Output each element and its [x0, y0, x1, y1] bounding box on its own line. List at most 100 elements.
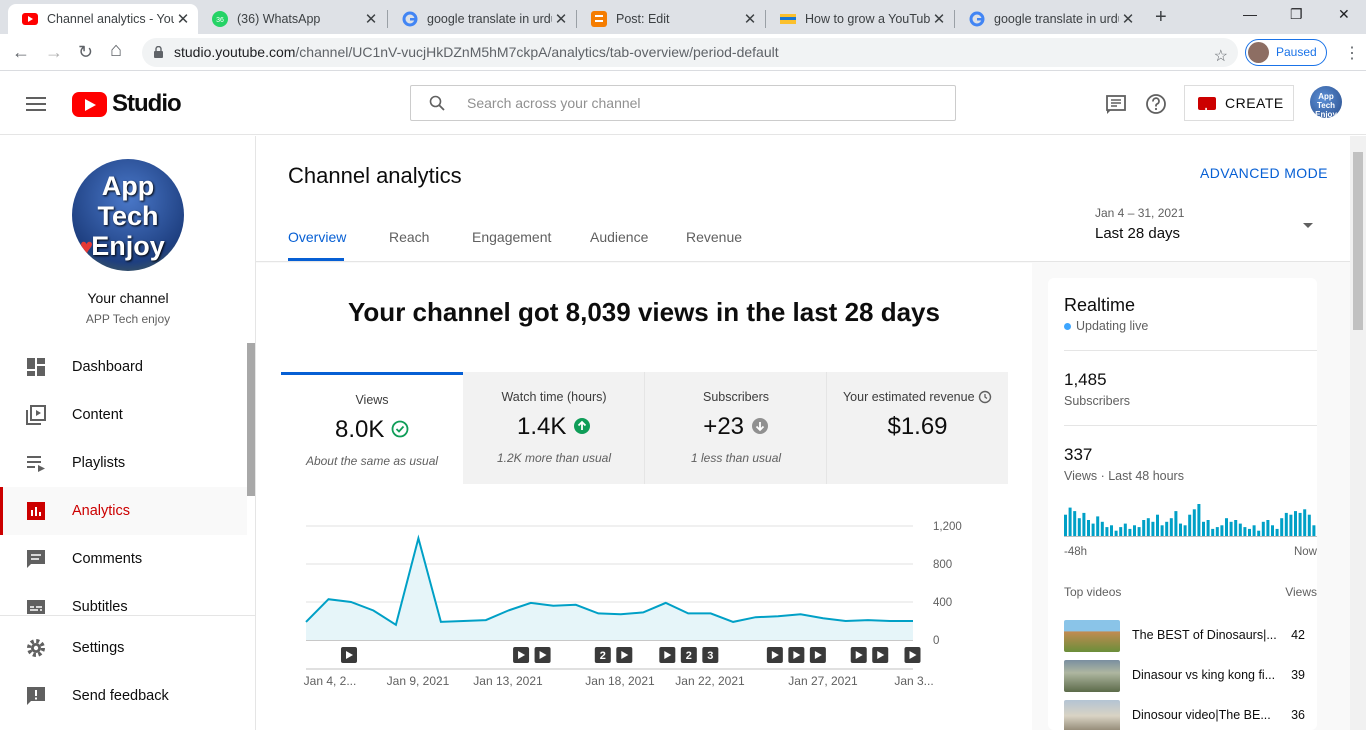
views-chart[interactable]: 1,200 800 400 0 2 2 3 Jan 4, 2... Jan 9, 2021 Jan…	[256, 484, 1032, 730]
video-upload-marker-icon[interactable]	[659, 647, 676, 663]
realtime-bar[interactable]	[1220, 525, 1224, 536]
tab-engagement[interactable]: Engagement	[472, 229, 551, 245]
tab-close-icon[interactable]: ✕	[741, 10, 759, 28]
sidebar-item-settings[interactable]: Settings	[0, 624, 247, 672]
metric-revenue[interactable]: Your estimated revenue $1.69	[827, 372, 1008, 484]
maximize-icon[interactable]: ❐	[1290, 6, 1303, 23]
sidebar-item-send-feedback[interactable]: Send feedback	[0, 672, 247, 720]
realtime-bar[interactable]	[1197, 504, 1201, 536]
tab-close-icon[interactable]: ✕	[552, 10, 570, 28]
top-video-item[interactable]: Dinosour video|The BE... 36	[1064, 700, 1317, 730]
realtime-bar[interactable]	[1137, 527, 1141, 536]
video-upload-marker-icon[interactable]	[616, 647, 633, 663]
realtime-bar[interactable]	[1284, 512, 1288, 536]
realtime-bar[interactable]	[1146, 518, 1150, 536]
profile-paused-button[interactable]: Paused	[1245, 39, 1327, 66]
forward-icon[interactable]: →	[45, 42, 63, 63]
browser-tab-blogger[interactable]: Post: Edit ✕	[577, 4, 765, 34]
new-tab-button[interactable]: +	[1155, 6, 1167, 29]
account-avatar[interactable]: App Tech Enjoy	[1310, 86, 1342, 118]
realtime-bar[interactable]	[1234, 520, 1238, 536]
metric-subscribers[interactable]: Subscribers +23 1 less than usual	[645, 372, 827, 484]
video-upload-marker-icon[interactable]	[341, 647, 358, 663]
video-upload-count-marker[interactable]: 3	[702, 647, 719, 663]
sidebar-item-comments[interactable]: Comments	[0, 535, 247, 583]
realtime-bar[interactable]	[1202, 521, 1205, 536]
realtime-bar[interactable]	[1243, 527, 1247, 536]
realtime-bar[interactable]	[1252, 525, 1256, 536]
metric-views[interactable]: Views 8.0K About the same as usual	[281, 372, 463, 484]
sidebar-item-playlists[interactable]: Playlists	[0, 439, 247, 487]
realtime-bar[interactable]	[1280, 518, 1284, 536]
realtime-bar[interactable]	[1188, 514, 1192, 536]
realtime-bar[interactable]	[1156, 514, 1159, 536]
browser-menu-icon[interactable]: ⋮	[1344, 43, 1360, 63]
sidebar-item-content[interactable]: Content	[0, 391, 247, 439]
tab-audience[interactable]: Audience	[590, 229, 648, 245]
realtime-bar[interactable]	[1257, 530, 1261, 536]
realtime-bar[interactable]	[1225, 518, 1228, 536]
tab-overview[interactable]: Overview	[288, 229, 346, 245]
realtime-bar[interactable]	[1119, 527, 1123, 536]
realtime-bar[interactable]	[1179, 523, 1182, 536]
realtime-bar[interactable]	[1165, 521, 1169, 536]
realtime-bar[interactable]	[1312, 525, 1316, 536]
realtime-bar[interactable]	[1298, 512, 1302, 536]
channel-avatar[interactable]: App Tech Enjoy ♥	[72, 159, 184, 271]
create-button[interactable]: CREATE	[1184, 85, 1294, 128]
help-icon[interactable]	[1145, 93, 1167, 115]
reload-icon[interactable]: ↻	[78, 42, 93, 63]
realtime-bar[interactable]	[1091, 523, 1095, 536]
address-bar[interactable]: studio.youtube.com/channel/UC1nV-vucjHkD…	[142, 38, 1238, 67]
realtime-bar[interactable]	[1238, 523, 1242, 536]
realtime-bar[interactable]	[1064, 514, 1067, 536]
realtime-bar[interactable]	[1294, 511, 1297, 536]
realtime-bar[interactable]	[1082, 512, 1086, 536]
advanced-mode-button[interactable]: ADVANCED MODE	[1200, 165, 1328, 181]
close-window-icon[interactable]: ✕	[1338, 6, 1350, 23]
tab-reach[interactable]: Reach	[389, 229, 429, 245]
realtime-bar[interactable]	[1266, 520, 1270, 536]
video-upload-marker-icon[interactable]	[766, 647, 783, 663]
realtime-bar[interactable]	[1133, 525, 1136, 536]
video-upload-marker-icon[interactable]	[788, 647, 805, 663]
realtime-bar[interactable]	[1174, 511, 1178, 536]
messages-icon[interactable]	[1105, 93, 1127, 115]
browser-tab-google[interactable]: google translate in urdu ✕	[388, 4, 576, 34]
sidebar-scrollbar[interactable]	[247, 343, 255, 496]
realtime-bar[interactable]	[1142, 520, 1146, 536]
realtime-bar[interactable]	[1289, 514, 1293, 536]
realtime-bar[interactable]	[1096, 516, 1100, 536]
views-series-line[interactable]	[305, 534, 913, 627]
browser-tab-youtube-studio[interactable]: Channel analytics - YouTube Studio ✕	[8, 4, 198, 34]
back-icon[interactable]: ←	[12, 42, 30, 63]
scrollbar-thumb[interactable]	[1353, 152, 1363, 330]
realtime-bar[interactable]	[1077, 518, 1081, 536]
realtime-bar-chart[interactable]	[1064, 500, 1317, 538]
studio-logo[interactable]: Studio	[72, 90, 182, 118]
video-upload-marker-icon[interactable]	[809, 647, 826, 663]
realtime-bar[interactable]	[1215, 527, 1219, 536]
tab-close-icon[interactable]: ✕	[362, 10, 380, 28]
realtime-bar[interactable]	[1110, 525, 1113, 536]
realtime-bar[interactable]	[1169, 518, 1173, 536]
realtime-bar[interactable]	[1183, 525, 1187, 536]
home-icon[interactable]: ⌂	[110, 39, 122, 62]
minimize-icon[interactable]: —	[1243, 6, 1257, 22]
page-scrollbar[interactable]	[1350, 136, 1366, 730]
video-upload-marker-icon[interactable]	[513, 647, 530, 663]
realtime-bar[interactable]	[1275, 528, 1279, 536]
realtime-bar[interactable]	[1073, 511, 1077, 536]
top-video-item[interactable]: The BEST of Dinosaurs|... 42	[1064, 620, 1317, 660]
realtime-bar[interactable]	[1206, 520, 1210, 536]
browser-tab-whatsapp[interactable]: 36 (36) WhatsApp ✕	[198, 4, 386, 34]
realtime-bar[interactable]	[1114, 530, 1118, 536]
realtime-bar[interactable]	[1128, 528, 1132, 536]
realtime-bar[interactable]	[1229, 521, 1233, 536]
sidebar-item-dashboard[interactable]: Dashboard	[0, 343, 247, 391]
realtime-bar[interactable]	[1160, 525, 1164, 536]
browser-tab-grow-youtube[interactable]: How to grow a YouTube channel ✕	[766, 4, 954, 34]
hamburger-menu-icon[interactable]	[26, 97, 46, 111]
realtime-bar[interactable]	[1151, 521, 1155, 536]
realtime-bar[interactable]	[1271, 525, 1274, 536]
